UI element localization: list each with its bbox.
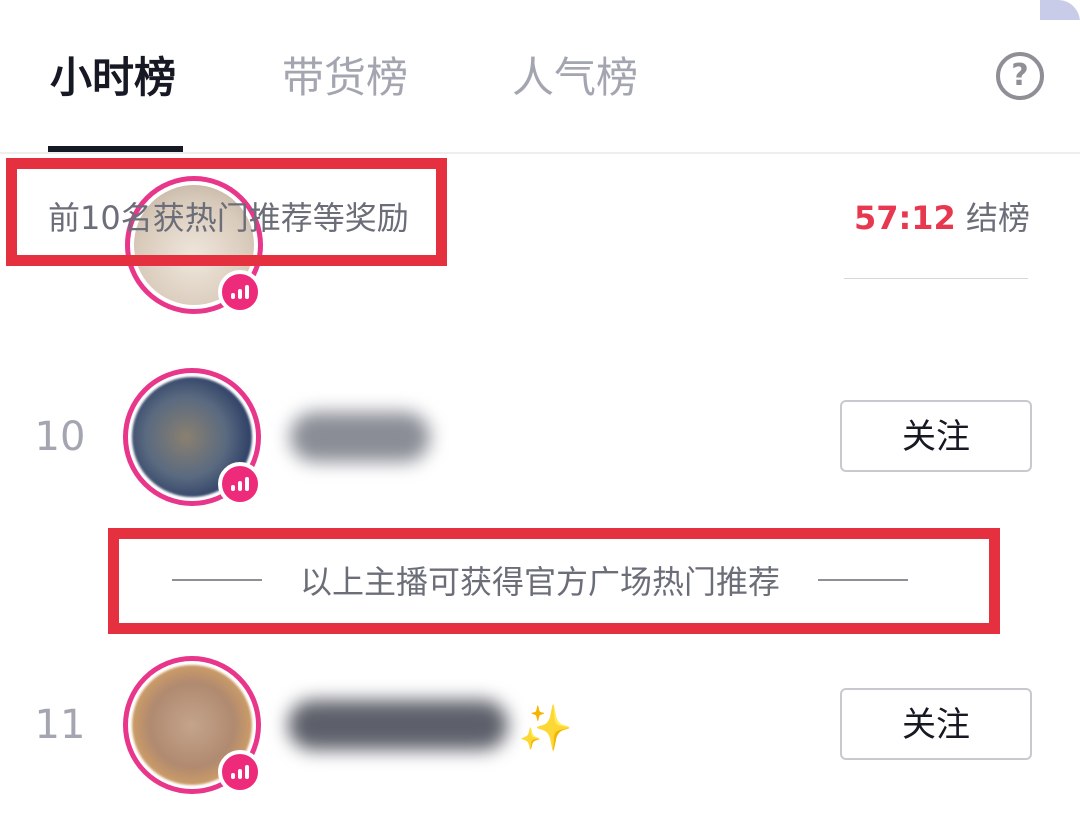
help-icon[interactable]: ? (996, 52, 1044, 100)
tabs-divider (0, 152, 1080, 154)
highlight-box-recommend (108, 528, 1000, 634)
backdrop-corner (1040, 0, 1080, 20)
leaderboard-panel: 小时榜 带货榜 人气榜 ? 前10名获热门推荐等奖励 57:12 结榜 10 关… (0, 0, 1080, 817)
live-icon (218, 270, 262, 314)
username-blurred[interactable] (290, 412, 430, 462)
tab-sales[interactable]: 带货榜 (282, 50, 408, 106)
tab-popularity[interactable]: 人气榜 (512, 50, 638, 106)
follow-button[interactable]: 关注 (840, 400, 1032, 472)
live-icon (218, 750, 262, 794)
sparkle-icon: ✨ (518, 703, 573, 754)
live-icon (218, 462, 262, 506)
countdown-label: 结榜 (965, 199, 1030, 237)
username-blurred[interactable] (288, 700, 508, 750)
highlight-box-reward (6, 158, 447, 266)
tab-hourly[interactable]: 小时榜 (50, 50, 176, 106)
countdown-value: 57:12 (853, 199, 956, 237)
rank-number: 11 (34, 702, 86, 748)
countdown-timer: 57:12 结榜 (854, 196, 1030, 240)
rank-number: 10 (34, 414, 86, 460)
separator-line (844, 278, 1028, 279)
follow-button[interactable]: 关注 (840, 688, 1032, 760)
